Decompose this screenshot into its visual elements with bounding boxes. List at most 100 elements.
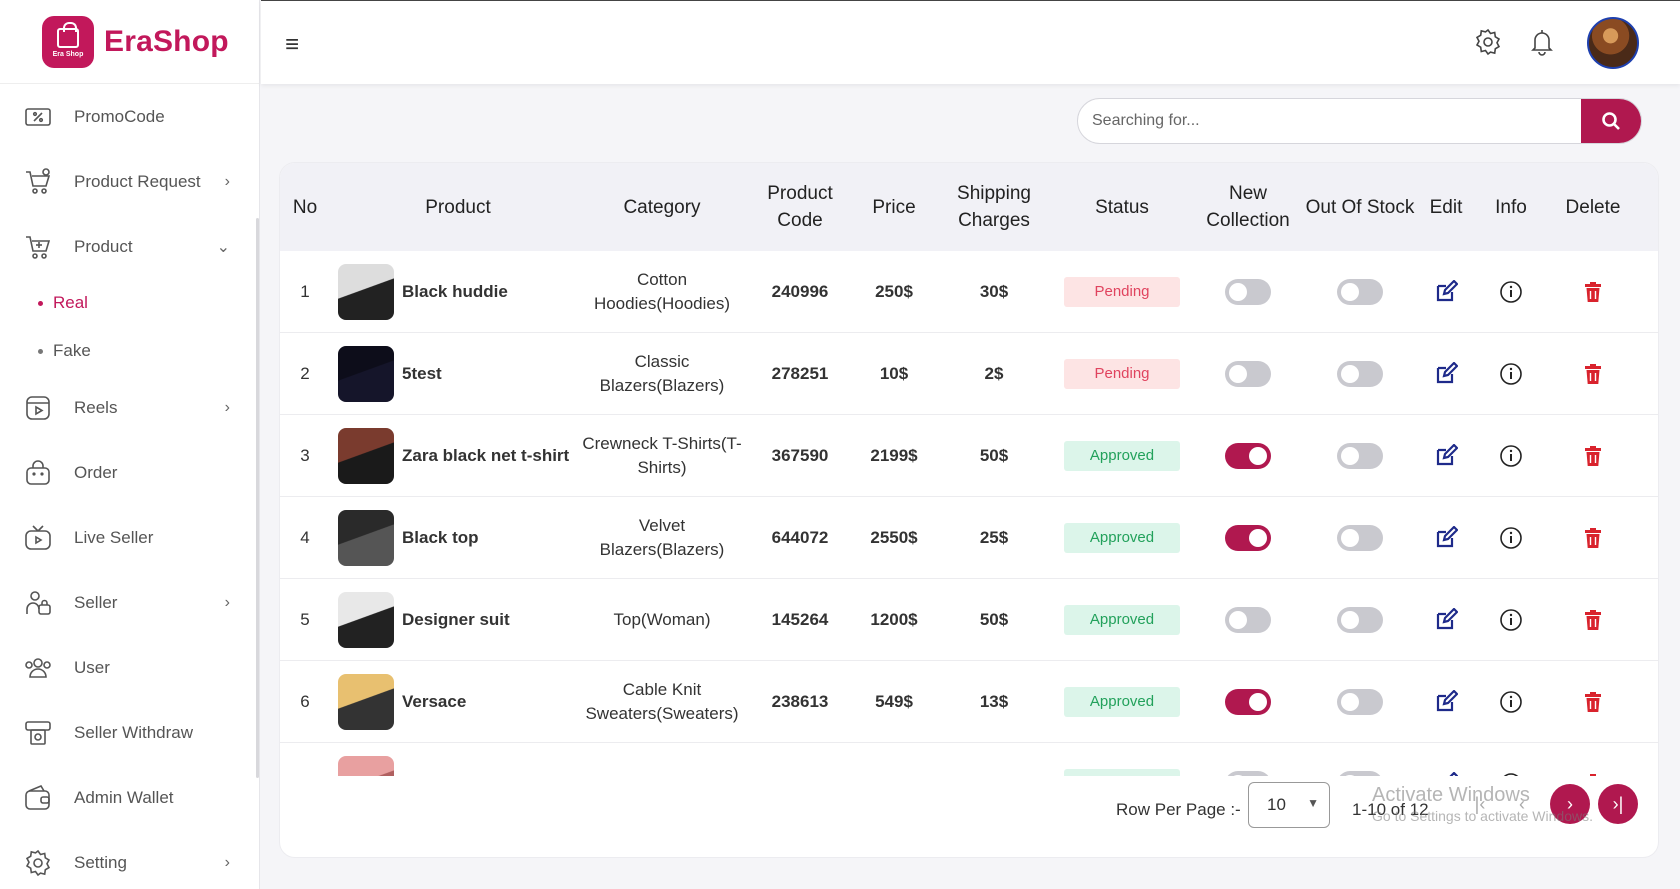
sidebar-item-product[interactable]: Product ⌄	[0, 214, 258, 279]
search-bar	[1077, 98, 1642, 144]
edit-icon[interactable]	[1434, 608, 1458, 632]
category-cell: Crewneck T-Shirts(T-Shirts)	[582, 434, 742, 477]
edit-cell	[1416, 333, 1476, 415]
out-of-stock-toggle[interactable]	[1337, 443, 1383, 469]
next-page-button[interactable]: ›	[1550, 784, 1590, 824]
new-collection-toggle[interactable]	[1225, 689, 1271, 715]
sidebar-item-product-request[interactable]: Product Request ›	[0, 149, 258, 214]
col-delete: Delete	[1565, 196, 1621, 218]
sidebar-item-promocode[interactable]: PromoCode	[0, 84, 258, 149]
sidebar-scrollbar[interactable]	[256, 218, 259, 778]
first-page-button[interactable]: |‹	[1460, 784, 1500, 824]
code-cell: 240996	[771, 282, 829, 301]
info-icon[interactable]	[1499, 690, 1523, 714]
col-info: Info	[1495, 196, 1527, 218]
sidebar-item-label: Admin Wallet	[74, 787, 174, 807]
avatar[interactable]	[1587, 17, 1639, 69]
edit-icon[interactable]	[1434, 362, 1458, 386]
product-table-card: No Product Category Product Code Price S…	[279, 162, 1659, 858]
status-cell: Approved	[1052, 579, 1192, 661]
delete-cell	[1546, 497, 1640, 579]
sidebar-subitem-real[interactable]: Real	[0, 279, 258, 327]
sidebar-item-label: Reels	[74, 397, 118, 417]
info-icon[interactable]	[1499, 608, 1523, 632]
no-cell: 5	[300, 610, 310, 629]
chevron-down-icon: ▼	[1307, 796, 1319, 810]
sidebar-item-user[interactable]: User	[0, 635, 258, 700]
prev-page-button[interactable]: ‹	[1502, 784, 1542, 824]
new-collection-cell	[1192, 251, 1304, 333]
delete-cell	[1546, 743, 1640, 776]
sidebar-item-setting[interactable]: Setting ›	[0, 830, 258, 889]
search-input[interactable]	[1078, 99, 1578, 143]
out-of-stock-toggle[interactable]	[1337, 607, 1383, 633]
sidebar-item-order[interactable]: Order	[0, 440, 258, 505]
sidebar-subitem-fake[interactable]: Fake	[0, 327, 258, 375]
product-thumbnail	[338, 346, 394, 402]
edit-icon[interactable]	[1434, 280, 1458, 304]
last-page-button[interactable]: ›|	[1598, 784, 1638, 824]
info-cell	[1476, 497, 1546, 579]
edit-cell	[1416, 415, 1476, 497]
delete-cell	[1546, 251, 1640, 333]
status-cell: Approved	[1052, 497, 1192, 579]
out-of-stock-toggle[interactable]	[1337, 361, 1383, 387]
sidebar-item-label: User	[74, 657, 110, 677]
product-cell: Versace	[338, 661, 576, 743]
trash-icon[interactable]	[1581, 362, 1605, 386]
price-cell: 2550$	[870, 528, 918, 547]
bell-icon[interactable]	[1527, 27, 1559, 59]
search-button[interactable]	[1581, 99, 1641, 143]
info-icon[interactable]	[1499, 444, 1523, 468]
category-cell: Velvet Blazers(Blazers)	[599, 516, 725, 559]
chevron-right-icon: ›	[224, 593, 230, 611]
edit-icon[interactable]	[1434, 690, 1458, 714]
edit-icon[interactable]	[1434, 444, 1458, 468]
new-collection-toggle[interactable]	[1225, 279, 1271, 305]
sidebar-item-seller-withdraw[interactable]: Seller Withdraw	[0, 700, 258, 765]
out-of-stock-toggle[interactable]	[1337, 279, 1383, 305]
sidebar-item-admin-wallet[interactable]: Admin Wallet	[0, 765, 258, 830]
edit-cell	[1416, 579, 1476, 661]
brand-name: EraShop	[104, 24, 229, 58]
rows-per-page-select[interactable]: 10 ▼	[1248, 782, 1330, 828]
gear-icon	[22, 847, 54, 879]
sidebar-item-live-seller[interactable]: Live Seller	[0, 505, 258, 570]
trash-icon[interactable]	[1581, 280, 1605, 304]
no-cell: 1	[300, 282, 310, 301]
category-cell: Cable Knit Sweaters(Sweaters)	[585, 680, 739, 723]
new-collection-cell	[1192, 579, 1304, 661]
info-icon[interactable]	[1499, 362, 1523, 386]
info-icon[interactable]	[1499, 280, 1523, 304]
cart-add-icon	[22, 231, 54, 263]
new-collection-toggle[interactable]	[1225, 525, 1271, 551]
status-cell: Approved	[1052, 743, 1192, 776]
sidebar-item-seller[interactable]: Seller ›	[0, 570, 258, 635]
info-icon[interactable]	[1499, 526, 1523, 550]
settings-gear-icon[interactable]	[1473, 27, 1505, 59]
product-thumbnail	[338, 592, 394, 648]
out-of-stock-toggle[interactable]	[1337, 525, 1383, 551]
edit-icon[interactable]	[1434, 526, 1458, 550]
new-collection-toggle[interactable]	[1225, 361, 1271, 387]
out-of-stock-cell	[1304, 743, 1416, 776]
wallet-icon	[22, 782, 54, 814]
out-of-stock-toggle[interactable]	[1337, 689, 1383, 715]
trash-icon[interactable]	[1581, 444, 1605, 468]
out-of-stock-cell	[1304, 415, 1416, 497]
new-collection-toggle[interactable]	[1225, 607, 1271, 633]
withdraw-icon	[22, 717, 54, 749]
table-row: 5 Designer suit Top(Woman) 145264 1200$ 50$ Ap…	[280, 579, 1658, 661]
new-collection-toggle[interactable]	[1225, 443, 1271, 469]
trash-icon[interactable]	[1581, 690, 1605, 714]
brand[interactable]: Era Shop EraShop	[0, 0, 259, 84]
trash-icon[interactable]	[1581, 608, 1605, 632]
shopping-bag-icon	[57, 21, 79, 48]
sidebar-item-reels[interactable]: Reels ›	[0, 375, 258, 440]
trash-icon[interactable]	[1581, 526, 1605, 550]
col-product: Product	[425, 196, 491, 218]
delete-cell	[1546, 415, 1640, 497]
out-of-stock-cell	[1304, 661, 1416, 743]
edit-cell	[1416, 497, 1476, 579]
hamburger-menu-icon[interactable]: ≡	[285, 31, 299, 59]
